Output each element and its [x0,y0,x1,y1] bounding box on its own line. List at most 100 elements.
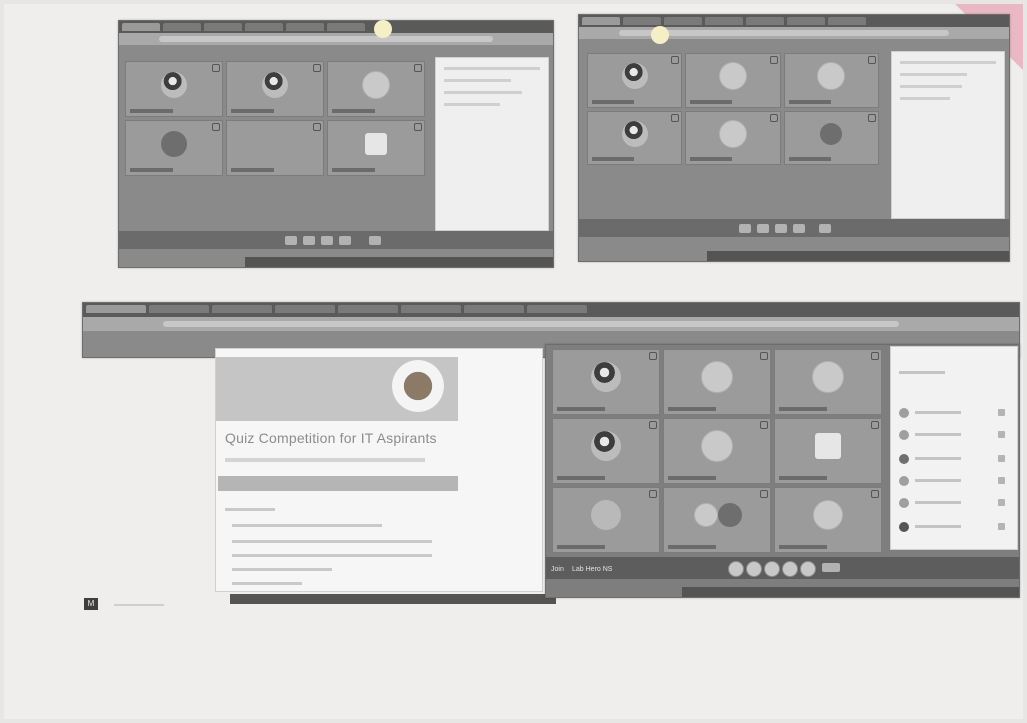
browser-tab[interactable] [746,17,784,25]
browser-tab[interactable] [623,17,661,25]
participant-row[interactable] [899,497,1009,509]
video-tile-pin-icon[interactable] [649,490,657,498]
video-tile[interactable] [552,418,660,484]
address-bar[interactable] [83,317,1019,331]
video-tile[interactable] [663,349,771,415]
participant-row[interactable] [899,429,1009,441]
screen-share-icon[interactable] [775,224,787,233]
video-tile-pin-icon[interactable] [671,113,680,122]
screen-share-icon[interactable] [321,236,333,245]
browser-tab[interactable] [401,305,461,313]
end-call-button-icon[interactable] [819,224,831,233]
browser-tab[interactable] [275,305,335,313]
video-tile-pin-icon[interactable] [414,64,422,72]
url-field[interactable] [163,321,899,327]
video-tile[interactable] [125,61,223,117]
participant-avatar-icon [899,430,909,440]
browser-tab[interactable] [163,23,201,31]
video-tile-pin-icon[interactable] [868,113,876,122]
participant-row[interactable] [899,475,1009,487]
video-tile[interactable] [226,61,324,117]
video-tile-pin-icon[interactable] [313,64,321,72]
browser-tab[interactable] [787,17,825,25]
video-tile[interactable] [552,487,660,553]
browser-tab[interactable] [212,305,272,313]
raise-hand-icon[interactable] [800,561,816,577]
browser-tab[interactable] [828,17,866,25]
camera-button-icon[interactable] [746,561,762,577]
browser-tab[interactable] [582,17,620,25]
video-tile[interactable] [663,487,771,553]
browser-tab[interactable] [286,23,324,31]
mic-button-icon[interactable] [739,224,751,233]
video-tile[interactable] [125,120,223,176]
video-tile-pin-icon[interactable] [871,352,879,360]
browser-tab[interactable] [664,17,702,25]
video-tile-pin-icon[interactable] [649,421,657,429]
video-tile[interactable] [552,349,660,415]
end-call-button-icon[interactable] [822,563,840,572]
camera-button-icon[interactable] [303,236,315,245]
participant-row[interactable] [899,407,1009,419]
video-tile-pin-icon[interactable] [760,421,768,429]
video-tile[interactable] [226,120,324,176]
browser-tab[interactable] [705,17,743,25]
browser-tab[interactable] [86,305,146,313]
browser-tab[interactable] [204,23,242,31]
video-tile[interactable] [685,110,781,165]
video-tile[interactable] [783,53,879,108]
mic-button-icon[interactable] [285,236,297,245]
video-tile-pin-icon[interactable] [671,56,680,64]
end-call-button-icon[interactable] [369,236,381,245]
participant-avatar-icon [812,360,844,393]
mic-button-icon[interactable] [728,561,744,577]
video-tile[interactable] [327,120,425,176]
video-tile-pin-icon[interactable] [868,56,876,64]
reactions-icon[interactable] [782,561,798,577]
browser-tab[interactable] [149,305,209,313]
meeting-join-label: Join [551,566,564,573]
video-tile[interactable] [774,418,882,484]
browser-tab[interactable] [527,305,587,313]
coffee-cup-image [392,360,444,412]
chat-icon[interactable] [793,224,805,233]
browser-tab[interactable] [122,23,160,31]
address-bar[interactable] [579,27,1009,39]
video-tile-pin-icon[interactable] [871,490,879,498]
video-tile-pin-icon[interactable] [649,352,657,360]
participant-row[interactable] [899,521,1009,533]
url-field[interactable] [159,36,493,42]
participant-row[interactable] [899,367,1009,379]
video-tile[interactable] [327,61,425,117]
video-tile[interactable] [685,53,781,108]
participant-name [332,168,376,172]
video-tile-pin-icon[interactable] [760,490,768,498]
browser-tab[interactable] [464,305,524,313]
browser-tab[interactable] [245,23,283,31]
video-tile-pin-icon[interactable] [212,123,220,131]
video-tile[interactable] [587,53,683,108]
video-tile[interactable] [587,110,683,165]
video-tile[interactable] [663,418,771,484]
video-tile-pin-icon[interactable] [769,56,778,64]
video-tile[interactable] [774,487,882,553]
video-tile-pin-icon[interactable] [313,123,321,131]
video-tile[interactable] [774,349,882,415]
video-tile-pin-icon[interactable] [769,113,778,122]
video-tile-pin-icon[interactable] [760,352,768,360]
video-tile-pin-icon[interactable] [414,123,422,131]
chat-icon[interactable] [339,236,351,245]
browser-tab[interactable] [338,305,398,313]
participant-row[interactable] [899,453,1009,465]
address-bar[interactable] [119,33,553,45]
browser-tab[interactable] [327,23,365,31]
participant-name [231,168,275,172]
camera-button-icon[interactable] [757,224,769,233]
screen-share-icon[interactable] [764,561,780,577]
participant-avatar-icon [899,522,909,532]
video-tile[interactable] [783,110,879,165]
video-grid [587,53,879,165]
video-tile-pin-icon[interactable] [871,421,879,429]
participant-avatar-icon [899,498,909,508]
video-tile-pin-icon[interactable] [212,64,220,72]
